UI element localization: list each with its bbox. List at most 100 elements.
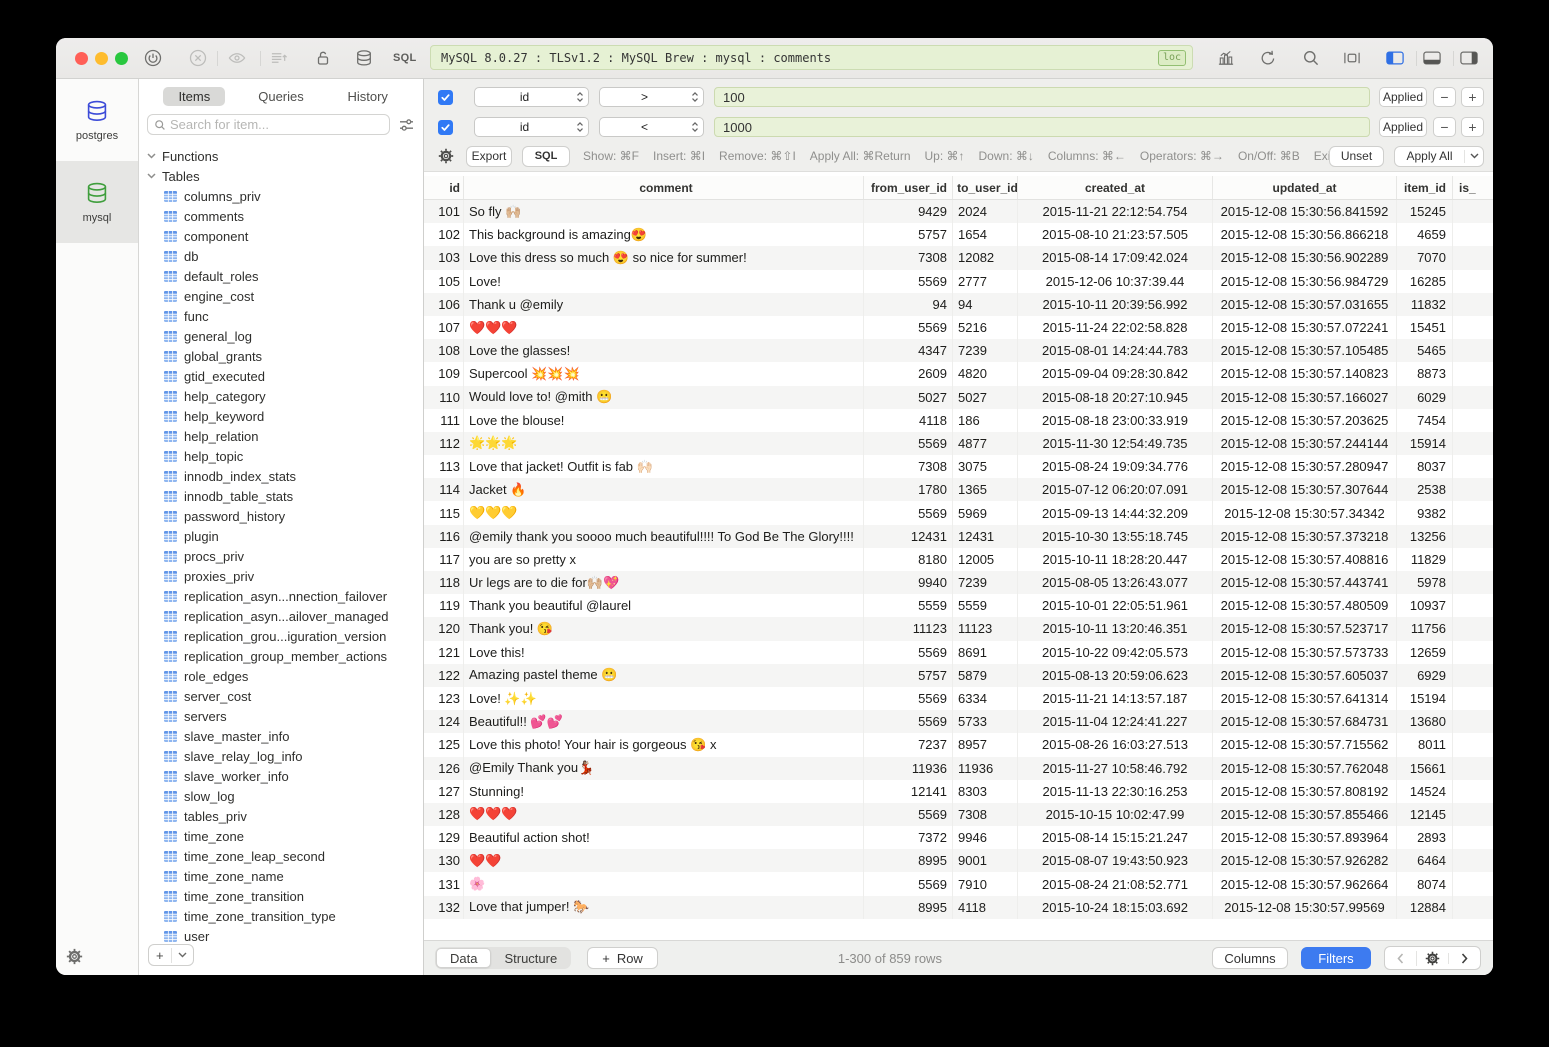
cell-from-user-id[interactable]: 2609 xyxy=(864,362,953,385)
cell-comment[interactable]: ❤️❤️❤️ xyxy=(464,316,864,339)
cell-id[interactable]: 132 xyxy=(426,896,464,919)
filter-settings-gear-icon[interactable] xyxy=(438,148,454,164)
filter-operator-select[interactable]: < xyxy=(599,117,704,137)
cell-id[interactable]: 124 xyxy=(426,710,464,733)
table-row[interactable]: 106 Thank u @emily 94 94 2015-10-11 20:3… xyxy=(424,293,1493,316)
cell-id[interactable]: 118 xyxy=(426,571,464,594)
cell-comment[interactable]: Beautiful action shot! xyxy=(464,826,864,849)
column-header-comment[interactable]: comment xyxy=(464,176,864,199)
sidebar-table-item[interactable]: procs_priv xyxy=(139,546,423,566)
table-row[interactable]: 103 Love this dress so much 😍 so nice fo… xyxy=(424,246,1493,269)
cell-id[interactable]: 125 xyxy=(426,733,464,756)
cell-updated-at[interactable]: 2015-12-08 15:30:57.573733 xyxy=(1213,641,1397,664)
cell-is[interactable] xyxy=(1453,293,1493,316)
cell-created-at[interactable]: 2015-11-04 12:24:41.227 xyxy=(1018,710,1213,733)
cell-created-at[interactable]: 2015-09-13 14:44:32.209 xyxy=(1018,501,1213,524)
cell-to-user-id[interactable]: 8691 xyxy=(953,641,1018,664)
cell-is[interactable] xyxy=(1453,780,1493,803)
cell-item-id[interactable]: 11832 xyxy=(1397,293,1453,316)
cell-comment[interactable]: Beautiful!! 💕💕 xyxy=(464,710,864,733)
apply-all-button[interactable]: Apply All xyxy=(1394,146,1484,167)
cell-id[interactable]: 131 xyxy=(426,872,464,895)
cell-is[interactable] xyxy=(1453,409,1493,432)
cell-item-id[interactable]: 8011 xyxy=(1397,733,1453,756)
cell-updated-at[interactable]: 2015-12-08 15:30:57.203625 xyxy=(1213,409,1397,432)
cell-comment[interactable]: you are so pretty x xyxy=(464,548,864,571)
tab-queries[interactable]: Queries xyxy=(238,89,325,104)
sidebar-table-item[interactable]: help_keyword xyxy=(139,406,423,426)
cell-item-id[interactable]: 5978 xyxy=(1397,571,1453,594)
filter-enabled-checkbox[interactable] xyxy=(438,90,453,105)
chevron-down-icon[interactable] xyxy=(172,952,194,958)
table-row[interactable]: 127 Stunning! 12141 8303 2015-11-13 22:3… xyxy=(424,780,1493,803)
cell-updated-at[interactable]: 2015-12-08 15:30:57.373218 xyxy=(1213,525,1397,548)
tab-items[interactable]: Items xyxy=(151,87,238,106)
sidebar-table-item[interactable]: proxies_priv xyxy=(139,566,423,586)
cell-updated-at[interactable]: 2015-12-08 15:30:57.244144 xyxy=(1213,432,1397,455)
cell-created-at[interactable]: 2015-10-24 18:15:03.692 xyxy=(1018,896,1213,919)
add-filter-button[interactable]: + xyxy=(1461,117,1484,137)
cell-from-user-id[interactable]: 5757 xyxy=(864,664,953,687)
cell-comment[interactable]: Love this dress so much 😍 so nice for su… xyxy=(464,246,864,269)
previous-page-icon[interactable] xyxy=(1385,953,1416,964)
cell-created-at[interactable]: 2015-08-26 16:03:27.513 xyxy=(1018,733,1213,756)
stats-chart-icon[interactable] xyxy=(1217,49,1235,67)
cell-id[interactable]: 101 xyxy=(426,200,464,223)
sidebar-table-item[interactable]: role_edges xyxy=(139,666,423,686)
cell-comment[interactable]: Love the blouse! xyxy=(464,409,864,432)
cell-comment[interactable]: Love that jumper! 🐎 xyxy=(464,896,864,919)
connection-mysql[interactable]: mysql xyxy=(56,161,138,243)
cell-to-user-id[interactable]: 11936 xyxy=(953,757,1018,780)
zoom-window-button[interactable] xyxy=(115,52,128,65)
cell-comment[interactable]: Thank you! 😘 xyxy=(464,617,864,640)
column-header-item-id[interactable]: item_id xyxy=(1397,176,1453,199)
cell-to-user-id[interactable]: 12431 xyxy=(953,525,1018,548)
cell-created-at[interactable]: 2015-08-13 20:59:06.623 xyxy=(1018,664,1213,687)
sidebar-table-item[interactable]: replication_asyn...ailover_managed xyxy=(139,606,423,626)
cell-created-at[interactable]: 2015-10-11 18:28:20.447 xyxy=(1018,548,1213,571)
fit-width-icon[interactable] xyxy=(1343,49,1361,67)
cell-to-user-id[interactable]: 1654 xyxy=(953,223,1018,246)
cell-created-at[interactable]: 2015-08-05 13:26:43.077 xyxy=(1018,571,1213,594)
settings-gear-icon[interactable] xyxy=(66,948,83,965)
cell-created-at[interactable]: 2015-08-10 21:23:57.505 xyxy=(1018,223,1213,246)
cell-to-user-id[interactable]: 2777 xyxy=(953,270,1018,293)
table-row[interactable]: 132 Love that jumper! 🐎 8995 4118 2015-1… xyxy=(424,896,1493,919)
table-row[interactable]: 130 ❤️❤️ 8995 9001 2015-08-07 19:43:50.9… xyxy=(424,849,1493,872)
filters-button[interactable]: Filters xyxy=(1301,947,1371,969)
cell-item-id[interactable]: 14524 xyxy=(1397,780,1453,803)
cell-updated-at[interactable]: 2015-12-08 15:30:56.984729 xyxy=(1213,270,1397,293)
cell-to-user-id[interactable]: 12005 xyxy=(953,548,1018,571)
cell-is[interactable] xyxy=(1453,826,1493,849)
cell-created-at[interactable]: 2015-08-14 15:15:21.247 xyxy=(1018,826,1213,849)
cell-id[interactable]: 105 xyxy=(426,270,464,293)
cell-item-id[interactable]: 12145 xyxy=(1397,803,1453,826)
cell-created-at[interactable]: 2015-12-06 10:37:39.44 xyxy=(1018,270,1213,293)
cell-is[interactable] xyxy=(1453,803,1493,826)
table-row[interactable]: 108 Love the glasses! 4347 7239 2015-08-… xyxy=(424,339,1493,362)
close-window-button[interactable] xyxy=(75,52,88,65)
cell-from-user-id[interactable]: 12431 xyxy=(864,525,953,548)
cell-id[interactable]: 114 xyxy=(426,478,464,501)
unset-button[interactable]: Unset xyxy=(1329,146,1384,167)
cell-created-at[interactable]: 2015-11-21 14:13:57.187 xyxy=(1018,687,1213,710)
cell-item-id[interactable]: 8074 xyxy=(1397,872,1453,895)
cell-is[interactable] xyxy=(1453,270,1493,293)
database-icon[interactable] xyxy=(355,49,373,67)
table-row[interactable]: 109 Supercool 💥💥💥 2609 4820 2015-09-04 0… xyxy=(424,362,1493,385)
cell-is[interactable] xyxy=(1453,571,1493,594)
table-row[interactable]: 119 Thank you beautiful @laurel 5559 555… xyxy=(424,594,1493,617)
sql-editor-label[interactable]: SQL xyxy=(393,52,417,64)
cell-from-user-id[interactable]: 8995 xyxy=(864,849,953,872)
cell-updated-at[interactable]: 2015-12-08 15:30:57.480509 xyxy=(1213,594,1397,617)
cell-to-user-id[interactable]: 6334 xyxy=(953,687,1018,710)
cell-item-id[interactable]: 15194 xyxy=(1397,687,1453,710)
column-header-is[interactable]: is_ xyxy=(1453,176,1493,199)
cell-item-id[interactable]: 13680 xyxy=(1397,710,1453,733)
cell-created-at[interactable]: 2015-11-24 22:02:58.828 xyxy=(1018,316,1213,339)
cell-from-user-id[interactable]: 5569 xyxy=(864,501,953,524)
search-input[interactable] xyxy=(170,117,383,132)
cell-updated-at[interactable]: 2015-12-08 15:30:57.962664 xyxy=(1213,872,1397,895)
sidebar-table-item[interactable]: help_relation xyxy=(139,426,423,446)
filter-value-input[interactable] xyxy=(714,117,1370,137)
